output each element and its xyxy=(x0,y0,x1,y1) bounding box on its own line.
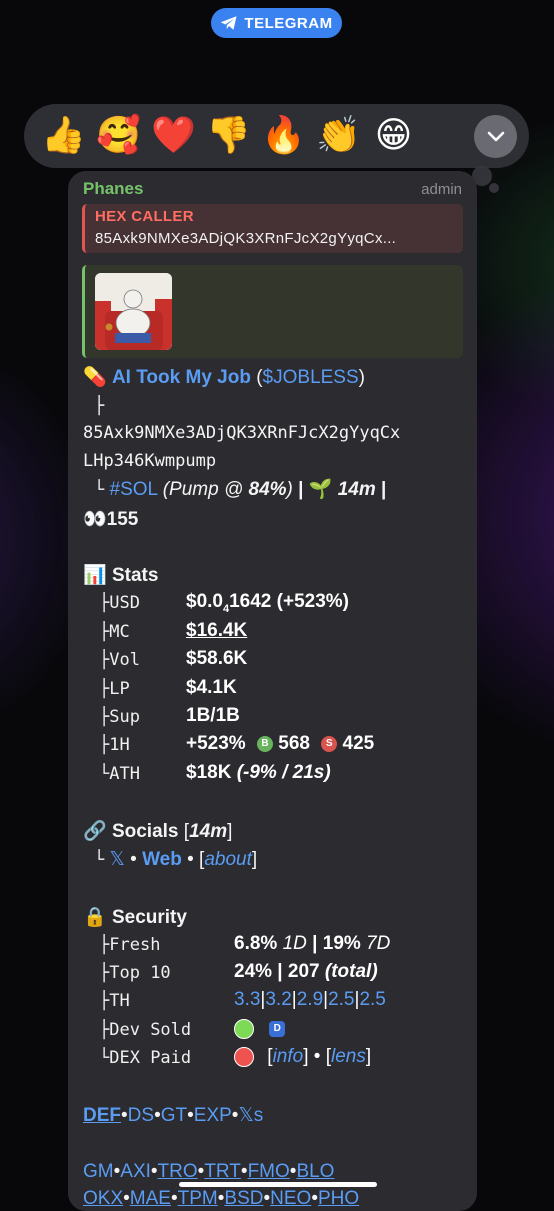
stats-label-vol: ├Vol xyxy=(99,650,140,670)
info-link[interactable]: info xyxy=(273,1046,304,1067)
eyes-icon: 👀 xyxy=(83,509,107,530)
trt-link[interactable]: TRT xyxy=(204,1161,241,1182)
tree-branch: ├ xyxy=(94,396,105,416)
sells-badge-icon: S xyxy=(321,735,338,752)
token-name-link[interactable]: AI Took My Job xyxy=(112,367,251,388)
lens-link[interactable]: lens xyxy=(331,1046,366,1067)
fmo-link[interactable]: FMO xyxy=(248,1161,290,1182)
dev-badge-icon: D xyxy=(269,1020,286,1037)
token-chain-line: └ #SOL (Pump @ 84%) | 🌱 14m | xyxy=(94,479,387,500)
preview-thumbnail[interactable] xyxy=(95,273,172,350)
security-label-fresh: ├Fresh xyxy=(99,935,161,955)
buys-badge-icon: B xyxy=(256,735,273,752)
reply-author: HEX CALLER xyxy=(95,208,194,225)
link-preview[interactable] xyxy=(82,265,463,358)
stats-label-lp: ├LP xyxy=(99,679,130,699)
x-twitter-link[interactable]: 𝕏 xyxy=(110,849,125,870)
ds-link[interactable]: DS xyxy=(128,1105,154,1126)
socials-links: └ 𝕏 • Web • [about] xyxy=(94,849,258,870)
axi-link[interactable]: AXI xyxy=(120,1161,151,1182)
def-link[interactable]: DEF xyxy=(83,1105,121,1126)
reaction-thumbs-down[interactable]: 👎 xyxy=(201,104,256,168)
reaction-fire[interactable]: 🔥 xyxy=(256,104,311,168)
expand-reactions-button[interactable] xyxy=(474,115,517,158)
security-fresh-value: 6.8% 1D | 19% 7D xyxy=(234,933,391,954)
lock-icon: 🔒 xyxy=(83,907,107,928)
stats-vol-value: $58.6K xyxy=(186,648,248,669)
blo-link[interactable]: BLO xyxy=(296,1161,334,1182)
sender-role: admin xyxy=(421,181,462,198)
security-heading: 🔒 Security xyxy=(83,907,187,928)
security-dev-sold-value: D xyxy=(234,1018,286,1040)
security-top10-value: 24% | 207 (total) xyxy=(234,961,378,982)
stats-1h-value: +523% B 568 S 425 xyxy=(186,733,375,754)
th-link[interactable]: 2.5 xyxy=(328,989,354,1010)
links-row-2: GM•AXI•TRO•TRT•FMO•BLO xyxy=(83,1161,335,1182)
reaction-clapping[interactable]: 👏 xyxy=(311,104,366,168)
preview-image xyxy=(95,273,172,350)
green-circle-icon xyxy=(234,1018,254,1039)
stats-usd-value: $0.041642 (+523%) xyxy=(186,591,350,615)
token-address-line2[interactable]: LHp346Kwmpump xyxy=(83,451,216,471)
views-line: 👀155 xyxy=(83,509,139,530)
links-row-3: OKX•MAE•TPM•BSD•NEO•PHO xyxy=(83,1188,360,1209)
stats-label-sup: ├Sup xyxy=(99,707,140,727)
th-link[interactable]: 2.5 xyxy=(359,989,385,1010)
security-label-top10: ├Top 10 xyxy=(99,963,171,983)
pill-icon: 💊 xyxy=(83,367,107,388)
message-bubble[interactable]: Phanes admin HEX CALLER 85Axk9NMXe3ADjQK… xyxy=(68,171,477,1211)
reaction-grinning[interactable]: 😁 xyxy=(366,104,421,168)
bar-chart-icon: 📊 xyxy=(83,565,107,586)
th-link[interactable]: 3.2 xyxy=(265,989,291,1010)
socials-heading: 🔗 Socials [14m] xyxy=(83,821,233,842)
seedling-icon: 🌱 xyxy=(308,479,333,500)
security-th-values: 3.3|3.2|2.9|2.5|2.5 xyxy=(234,989,386,1010)
token-ticker-link[interactable]: $JOBLESS xyxy=(263,367,359,388)
links-row-1: DEF•DS•GT•EXP•𝕏s xyxy=(83,1105,264,1126)
reaction-smiling-hearts[interactable]: 🥰 xyxy=(91,104,146,168)
telegram-pill[interactable]: TELEGRAM xyxy=(211,8,342,38)
link-icon: 🔗 xyxy=(83,821,107,842)
tro-link[interactable]: TRO xyxy=(158,1161,198,1182)
stats-label-1h: ├1H xyxy=(99,735,130,755)
reaction-bar: 👍 🥰 ❤️ 👎 🔥 👏 😁 xyxy=(24,104,529,168)
telegram-label: TELEGRAM xyxy=(244,14,333,32)
security-label-dex-paid: └DEX Paid xyxy=(99,1048,192,1068)
stats-sup-value: 1B/1B xyxy=(186,705,240,726)
stats-label-ath: └ATH xyxy=(99,764,140,784)
th-link[interactable]: 2.9 xyxy=(297,989,323,1010)
token-address-line1[interactable]: 85Axk9NMXe3ADjQK3XRnFJcX2gYyqCx xyxy=(83,423,400,443)
web-link[interactable]: Web xyxy=(142,849,182,870)
gt-link[interactable]: GT xyxy=(161,1105,187,1126)
home-indicator[interactable] xyxy=(179,1182,377,1187)
reaction-thumbs-up[interactable]: 👍 xyxy=(36,104,91,168)
sol-hashtag-link[interactable]: #SOL xyxy=(110,479,158,500)
red-circle-icon xyxy=(234,1046,254,1067)
gm-link[interactable]: GM xyxy=(83,1161,114,1182)
sender-name[interactable]: Phanes xyxy=(83,179,143,199)
stats-label-usd: ├USD xyxy=(99,593,140,613)
reply-quote[interactable]: HEX CALLER 85Axk9NMXe3ADjQK3XRnFJcX2gYyq… xyxy=(82,204,463,253)
x-search-link[interactable]: 𝕏s xyxy=(238,1105,263,1126)
reaction-red-heart[interactable]: ❤️ xyxy=(146,104,201,168)
stats-ath-value: $18K (-9% / 21s) xyxy=(186,762,331,783)
th-link[interactable]: 3.3 xyxy=(234,989,260,1010)
token-title-line: 💊 AI Took My Job ($JOBLESS) xyxy=(83,367,365,388)
security-dex-paid-value: [info] • [lens] xyxy=(234,1046,371,1068)
security-label-dev-sold: ├Dev Sold xyxy=(99,1020,192,1040)
reply-text: 85Axk9NMXe3ADjQK3XRnFJcX2gYyqCx... xyxy=(95,230,397,247)
stats-mc-value[interactable]: $16.4K xyxy=(186,620,247,642)
chevron-down-icon xyxy=(487,131,504,141)
stats-lp-value: $4.1K xyxy=(186,677,237,698)
reaction-tail-small xyxy=(489,183,499,193)
stats-heading: 📊 Stats xyxy=(83,565,159,586)
about-link[interactable]: about xyxy=(204,849,252,870)
exp-link[interactable]: EXP xyxy=(194,1105,232,1126)
telegram-icon xyxy=(221,16,237,30)
stats-label-mc: ├MC xyxy=(99,622,130,642)
security-label-th: ├TH xyxy=(99,991,130,1011)
